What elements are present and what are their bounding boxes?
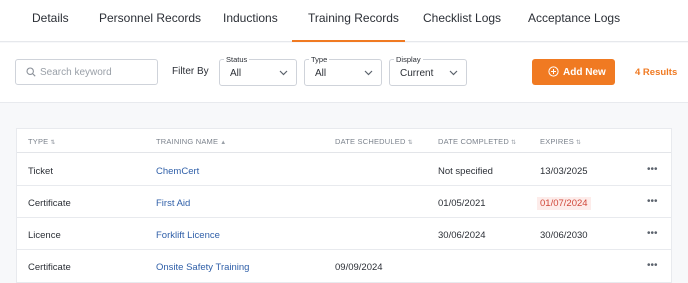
table-row[interactable]: Certificate Onsite Safety Training 09/09…	[17, 250, 671, 282]
row-actions-more-icon[interactable]: •••	[647, 228, 658, 239]
tab-acceptance-logs[interactable]: Acceptance Logs	[528, 0, 620, 42]
cell-date-completed: 01/05/2021	[438, 198, 486, 209]
training-name-link[interactable]: Forklift Licence	[156, 230, 220, 241]
sort-asc-icon: ▲	[220, 140, 227, 146]
type-select-value: All	[315, 68, 327, 79]
table-row[interactable]: Ticket ChemCert Not specified 13/03/2025…	[17, 154, 671, 186]
plus-circle-icon	[548, 66, 559, 77]
sort-icon: ⇅	[50, 140, 56, 146]
column-header-label: TYPE	[28, 137, 49, 146]
row-actions-more-icon[interactable]: •••	[647, 164, 658, 175]
display-select[interactable]: Display Current	[389, 55, 467, 86]
table-header: TYPE ⇅ TRAINING NAME ▲ DATE SCHEDULED ⇅ DAT…	[17, 129, 671, 153]
cell-type: Certificate	[28, 262, 71, 273]
search-input[interactable]	[40, 63, 152, 81]
column-header-expires[interactable]: EXPIRES ⇅	[540, 137, 581, 146]
row-actions-more-icon[interactable]: •••	[647, 196, 658, 207]
type-select-label: Type	[309, 55, 330, 64]
tab-personnel-records[interactable]: Personnel Records	[99, 0, 201, 42]
cell-type: Ticket	[28, 166, 53, 177]
cell-date-scheduled: 09/09/2024	[335, 262, 383, 273]
row-actions-more-icon[interactable]: •••	[647, 260, 658, 271]
cell-expires-expired: 01/07/2024	[537, 197, 591, 210]
sort-icon: ⇅	[575, 140, 582, 146]
column-header-type[interactable]: TYPE ⇅	[28, 137, 56, 146]
column-header-label: EXPIRES	[540, 137, 574, 146]
tab-inductions[interactable]: Inductions	[223, 0, 278, 42]
training-name-link[interactable]: Onsite Safety Training	[156, 262, 249, 273]
cell-expires: 13/03/2025	[540, 166, 588, 177]
sort-icon: ⇅	[407, 140, 413, 146]
status-select-value: All	[230, 68, 242, 79]
search-box[interactable]	[15, 59, 158, 85]
tab-bar: Details Personnel Records Inductions Tra…	[0, 0, 688, 42]
cell-type: Certificate	[28, 198, 71, 209]
active-tab-indicator	[292, 40, 405, 42]
filter-bar: Filter By Status All Type All Display Cu…	[0, 43, 688, 103]
column-header-label: DATE COMPLETED	[438, 137, 510, 146]
sort-icon: ⇅	[511, 140, 517, 146]
column-header-training-name[interactable]: TRAINING NAME ▲	[156, 137, 226, 146]
add-new-button[interactable]: Add New	[532, 59, 615, 85]
training-name-link[interactable]: ChemCert	[156, 166, 199, 177]
training-records-table: TYPE ⇅ TRAINING NAME ▲ DATE SCHEDULED ⇅ DAT…	[16, 128, 672, 283]
filter-by-label: Filter By	[172, 66, 209, 77]
column-header-date-completed[interactable]: DATE COMPLETED ⇅	[438, 137, 516, 146]
chevron-down-icon	[364, 70, 373, 76]
column-header-date-scheduled[interactable]: DATE SCHEDULED ⇅	[335, 137, 413, 146]
display-select-label: Display	[394, 55, 423, 64]
results-count: 4 Results	[635, 67, 678, 78]
training-name-link[interactable]: First Aid	[156, 198, 190, 209]
tab-training-records[interactable]: Training Records	[308, 0, 399, 42]
column-header-label: DATE SCHEDULED	[335, 137, 406, 146]
type-select[interactable]: Type All	[304, 55, 382, 86]
cell-date-completed: Not specified	[438, 166, 493, 177]
table-row[interactable]: Certificate First Aid 01/05/2021 01/07/2…	[17, 186, 671, 218]
status-select[interactable]: Status All	[219, 55, 297, 86]
search-icon	[26, 67, 36, 77]
add-new-label: Add New	[563, 67, 606, 78]
cell-type: Licence	[28, 230, 61, 241]
display-select-value: Current	[400, 68, 434, 79]
column-header-label: TRAINING NAME	[156, 137, 219, 146]
cell-date-completed: 30/06/2024	[438, 230, 486, 241]
status-select-label: Status	[224, 55, 250, 64]
chevron-down-icon	[279, 70, 288, 76]
chevron-down-icon	[449, 70, 458, 76]
tab-checklist-logs[interactable]: Checklist Logs	[423, 0, 501, 42]
cell-expires: 30/06/2030	[540, 230, 588, 241]
table-row[interactable]: Licence Forklift Licence 30/06/2024 30/0…	[17, 218, 671, 250]
tab-details[interactable]: Details	[32, 0, 69, 42]
